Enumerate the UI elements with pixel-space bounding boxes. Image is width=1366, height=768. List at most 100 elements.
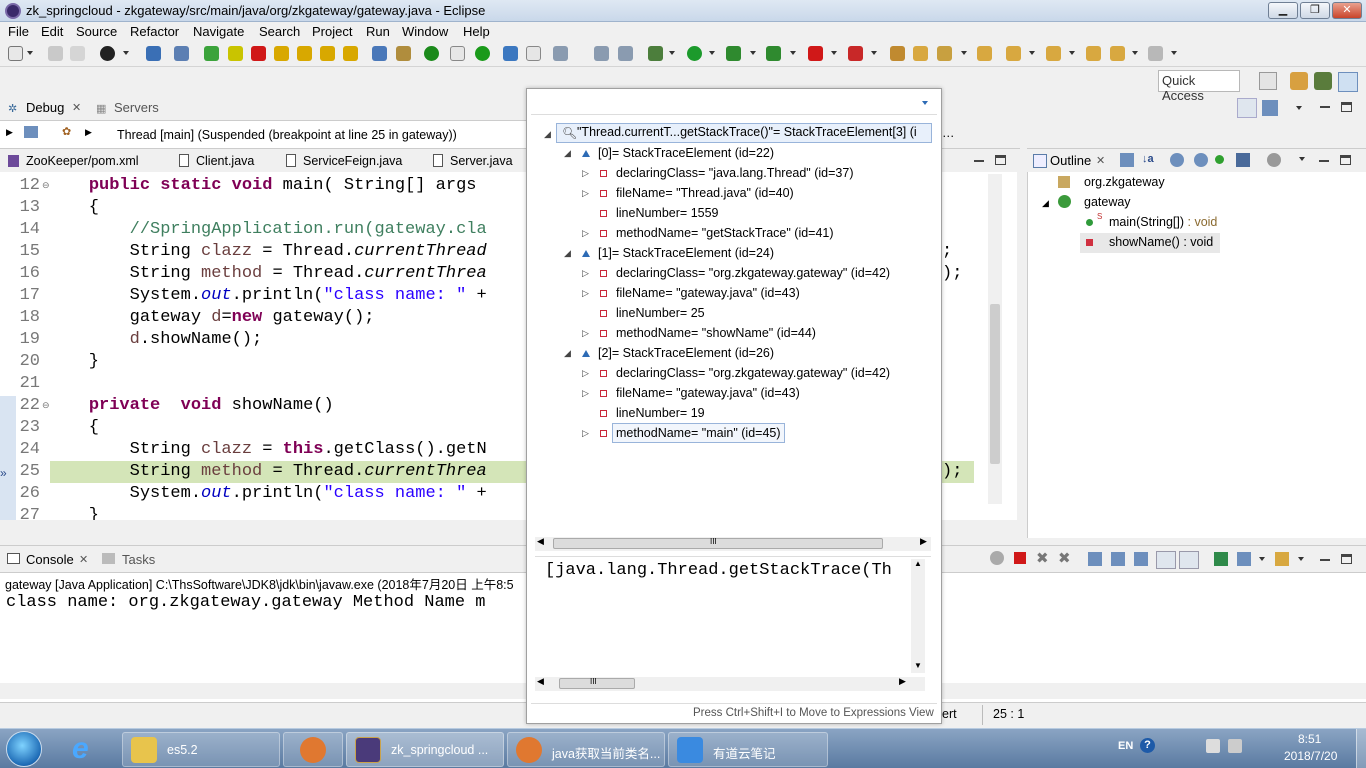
open-console-dropdown-icon[interactable] <box>1259 557 1265 561</box>
popup-tree-hscrollbar[interactable]: ◀ III ▶ <box>535 536 931 551</box>
debug-run-icon[interactable] <box>648 46 663 61</box>
step-into-icon[interactable] <box>297 46 312 61</box>
view-dropdown-icon[interactable] <box>1296 106 1302 110</box>
java-ee-perspective-icon[interactable] <box>1290 72 1308 90</box>
forward-dropdown-icon[interactable] <box>1171 51 1177 55</box>
maximize-view-icon[interactable] <box>1341 102 1352 112</box>
clock-time[interactable]: 8:51 <box>1298 732 1321 746</box>
menu-edit[interactable]: Edit <box>41 24 63 39</box>
collapsed-triangle-icon[interactable]: ▷ <box>582 263 589 283</box>
run-icon[interactable] <box>687 46 702 61</box>
tree-field-row[interactable]: lineNumber= 19 <box>530 403 936 423</box>
skip-breakpoints-icon[interactable] <box>174 46 189 61</box>
collapsed-triangle-icon[interactable]: ▷ <box>582 363 589 383</box>
external-tools-icon[interactable] <box>766 46 781 61</box>
tab-server-java[interactable]: Server.java <box>450 154 513 168</box>
suspend-icon[interactable] <box>228 46 243 61</box>
scroll-left-icon[interactable]: ◀ <box>537 536 544 547</box>
hide-fields-icon[interactable] <box>1170 153 1184 167</box>
inspect-popup[interactable]: ◢ 🔍︎ "Thread.currentT...getStackTrace()"… <box>526 88 942 724</box>
outline-menu-dropdown-icon[interactable] <box>1299 157 1305 161</box>
highlight-icon[interactable] <box>526 46 541 61</box>
expand-triangle-icon[interactable]: ▶ <box>85 127 92 138</box>
new-icon[interactable] <box>8 46 23 61</box>
server-dropdown-icon[interactable] <box>871 51 877 55</box>
tree-field-row[interactable]: ▷ fileName= "Thread.java" (id=40) <box>530 183 936 203</box>
external-tools-dropdown-icon[interactable] <box>790 51 796 55</box>
menu-window[interactable]: Window <box>402 24 448 39</box>
new-dropdown-icon[interactable] <box>27 51 33 55</box>
editor-vertical-scrollbar[interactable] <box>988 174 1002 504</box>
taskbar-item-eclipse[interactable]: zk_springcloud ... <box>346 732 504 767</box>
scroll-left-icon[interactable]: ◀ <box>537 676 544 687</box>
run-server-icon[interactable] <box>424 46 439 61</box>
terminate-console-icon[interactable] <box>1014 552 1026 564</box>
outline-package[interactable]: org.zkgateway <box>1084 175 1165 189</box>
quick-access-input[interactable]: Quick Access <box>1158 70 1240 103</box>
server-icon[interactable] <box>848 46 863 61</box>
save-all-icon[interactable] <box>70 46 85 61</box>
run-dropdown-icon[interactable] <box>709 51 715 55</box>
taskbar-item-browser[interactable] <box>283 732 343 767</box>
menu-source[interactable]: Source <box>76 24 117 39</box>
network-icon[interactable] <box>1228 739 1242 753</box>
open-console-icon[interactable] <box>1237 552 1251 566</box>
tab-pom-xml[interactable]: ZooKeeper/pom.xml <box>26 154 139 168</box>
debug-dropdown-icon[interactable] <box>669 51 675 55</box>
collapsed-triangle-icon[interactable]: ▷ <box>582 323 589 343</box>
tree-field-row[interactable]: ▷ fileName= "gateway.java" (id=43) <box>530 283 936 303</box>
taskbar-item-browser-java[interactable]: java获取当前类名... <box>507 732 665 767</box>
expand-triangle-icon[interactable]: ◢ <box>1042 198 1049 209</box>
tree-field-row[interactable]: lineNumber= 1559 <box>530 203 936 223</box>
close-button[interactable]: ✕ <box>1332 2 1362 19</box>
collapsed-triangle-icon[interactable]: ▷ <box>582 383 589 403</box>
layout-icon[interactable] <box>1237 98 1257 118</box>
clock-date[interactable]: 2018/7/20 <box>1284 749 1337 763</box>
open-type-icon[interactable] <box>503 46 518 61</box>
pin-console-icon[interactable] <box>990 551 1004 565</box>
back-dropdown-icon[interactable] <box>1132 51 1138 55</box>
previous-annotation-dropdown-icon[interactable] <box>1069 51 1075 55</box>
hide-static-icon[interactable] <box>1194 153 1208 167</box>
tree-field-row[interactable]: ▷ declaringClass= "org.zkgateway.gateway"… <box>530 263 936 283</box>
open-task-icon[interactable] <box>977 46 992 61</box>
drop-to-frame-icon[interactable] <box>372 46 387 61</box>
new-console-dropdown-icon[interactable] <box>1298 557 1304 561</box>
outline-method-main[interactable]: main(String[]) : void <box>1109 215 1217 229</box>
perspective-dropdown-icon[interactable] <box>123 51 129 55</box>
popup-detail-pane[interactable]: [java.lang.Thread.getStackTrace(Th <box>535 559 925 673</box>
hide-local-types-icon[interactable] <box>1236 153 1250 167</box>
taskbar-item-youdao[interactable]: 有道云笔记 <box>668 732 828 767</box>
collapsed-triangle-icon[interactable]: ▷ <box>582 223 589 243</box>
scroll-down-icon[interactable]: ▼ <box>914 661 922 670</box>
collapsed-triangle-icon[interactable]: ▷ <box>582 163 589 183</box>
wand-icon[interactable] <box>937 46 952 61</box>
maximize-button[interactable]: ❐ <box>1300 2 1330 19</box>
focus-icon[interactable] <box>1267 153 1281 167</box>
menu-project[interactable]: Project <box>312 24 352 39</box>
use-step-filters-icon[interactable] <box>396 46 411 61</box>
popup-hint[interactable]: Press Ctrl+Shift+I to Move to Expression… <box>693 707 934 719</box>
wand-dropdown-icon[interactable] <box>961 51 967 55</box>
save-icon[interactable] <box>48 46 63 61</box>
hide-nonpublic-icon[interactable] <box>1215 155 1224 164</box>
collapsed-triangle-icon[interactable]: ▷ <box>582 183 589 203</box>
coverage-dropdown-icon[interactable] <box>750 51 756 55</box>
disconnect-icon[interactable] <box>274 46 289 61</box>
remove-launch-icon[interactable]: ✖ <box>1036 549 1049 567</box>
refresh-icon[interactable] <box>475 46 490 61</box>
popup-detail-vscrollbar[interactable]: ▲ ▼ <box>911 559 925 673</box>
new-project-icon[interactable] <box>890 46 905 61</box>
help-icon[interactable]: ? <box>1140 738 1155 753</box>
view-menu-icon[interactable] <box>1262 100 1278 116</box>
popup-tree-hscroll-thumb[interactable]: III <box>553 537 883 549</box>
expand-triangle-icon[interactable]: ◢ <box>564 243 571 263</box>
scroll-lock-icon[interactable] <box>1111 552 1125 566</box>
outline-method-showname[interactable]: showName() : void <box>1109 235 1213 249</box>
previous-annotation-icon[interactable] <box>1046 46 1061 61</box>
close-icon[interactable]: ✕ <box>72 101 81 114</box>
taskbar-item-es52[interactable]: es5.2 <box>122 732 280 767</box>
tree-element-row[interactable]: ◢ [1]= StackTraceElement (id=24) <box>530 243 936 263</box>
close-icon[interactable]: ✕ <box>79 553 88 566</box>
stop-server-icon[interactable] <box>808 46 823 61</box>
